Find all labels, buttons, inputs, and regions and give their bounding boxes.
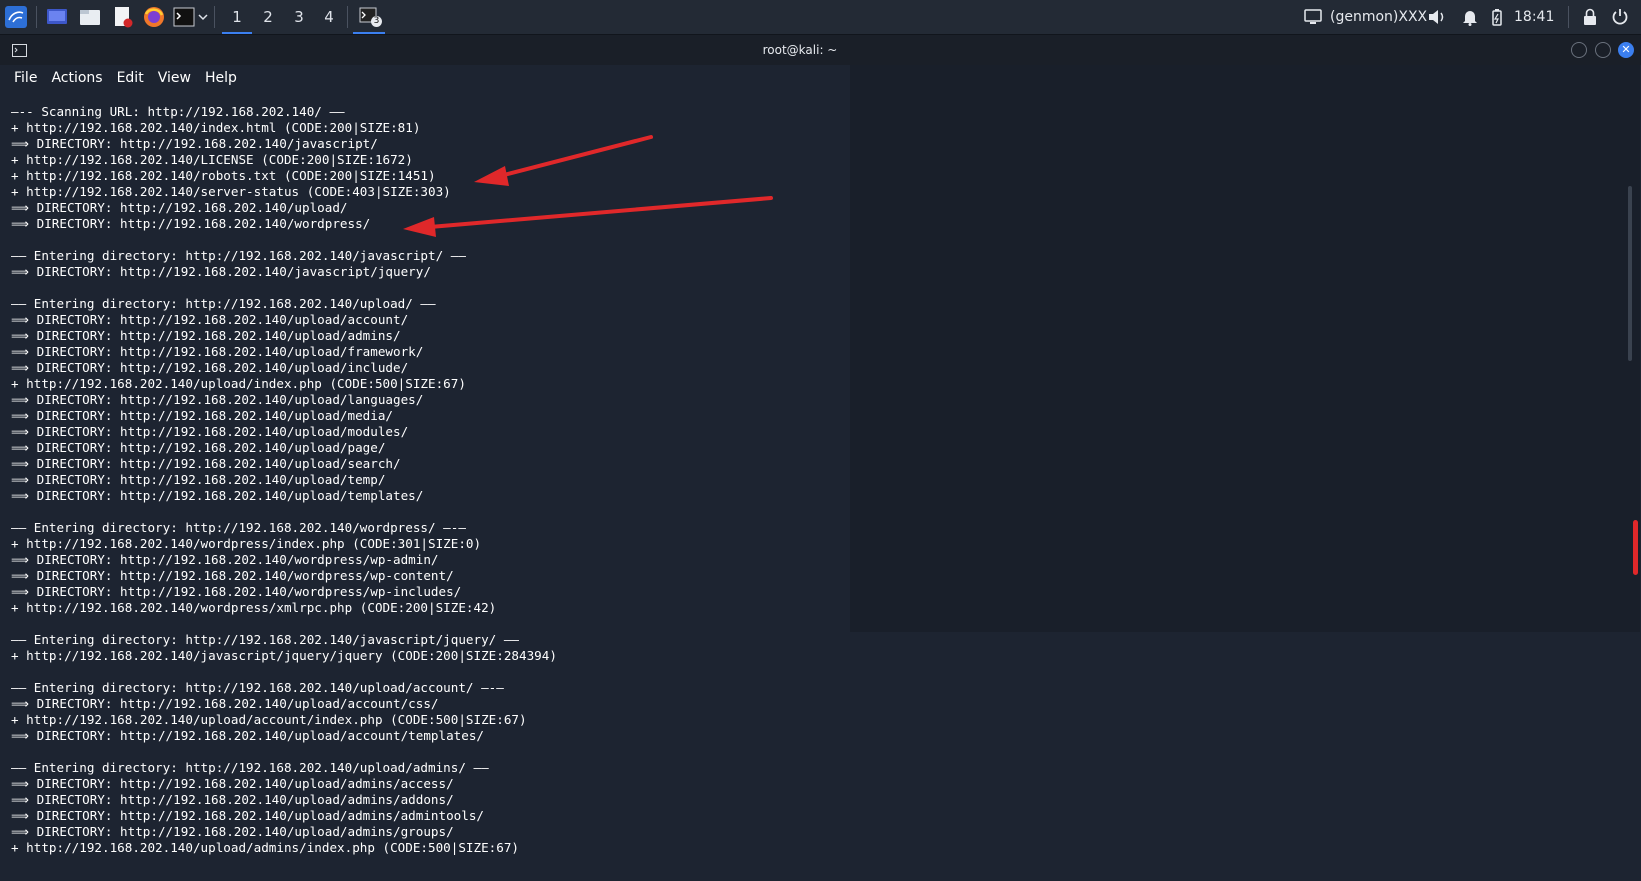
workspace-1[interactable]: 1 [222, 0, 252, 34]
terminal-line: ⟹ DIRECTORY: http://192.168.202.140/uplo… [11, 328, 401, 343]
terminal-line: ⟹ DIRECTORY: http://192.168.202.140/uplo… [11, 392, 424, 407]
window-title: root@kali: ~ [762, 43, 838, 57]
terminal-line: + http://192.168.202.140/upload/account/… [11, 712, 527, 727]
terminal-line: —— Entering directory: http://192.168.20… [11, 760, 489, 775]
terminal-line: ⟹ DIRECTORY: http://192.168.202.140/uplo… [11, 728, 484, 743]
terminal-scrollbar-thumb[interactable] [1633, 520, 1638, 575]
terminal-line: ⟹ DIRECTORY: http://192.168.202.140/uplo… [11, 200, 348, 215]
battery-icon[interactable] [1490, 5, 1504, 29]
terminal-line: ⟹ DIRECTORY: http://192.168.202.140/uplo… [11, 696, 439, 711]
terminal-line: —— Entering directory: http://192.168.20… [11, 296, 436, 311]
terminal-line: + http://192.168.202.140/wordpress/index… [11, 536, 482, 551]
workspace-4[interactable]: 4 [314, 0, 344, 34]
terminal-line: + http://192.168.202.140/robots.txt (COD… [11, 168, 436, 183]
workspace-3[interactable]: 3 [284, 0, 314, 34]
terminal-line: ⟹ DIRECTORY: http://192.168.202.140/word… [11, 568, 454, 583]
file-manager-icon[interactable] [78, 5, 102, 29]
terminal-line: ⟹ DIRECTORY: http://192.168.202.140/uplo… [11, 792, 454, 807]
menu-view[interactable]: View [151, 66, 198, 90]
terminal-line: + http://192.168.202.140/wordpress/xmlrp… [11, 600, 497, 615]
menu-edit[interactable]: Edit [110, 66, 151, 90]
terminal-icon[interactable] [172, 5, 196, 29]
terminal-line: ⟹ DIRECTORY: http://192.168.202.140/uplo… [11, 456, 401, 471]
terminal-line: + http://192.168.202.140/LICENSE (CODE:2… [11, 152, 413, 167]
chevron-down-icon[interactable] [196, 5, 210, 29]
terminal-line: ⟹ DIRECTORY: http://192.168.202.140/uplo… [11, 344, 424, 359]
monitor-icon[interactable] [1301, 5, 1325, 29]
window-titlebar[interactable]: root@kali: ~ ✕ [0, 35, 1641, 65]
background-scrollbar [1628, 186, 1632, 361]
terminal-line: ⟹ DIRECTORY: http://192.168.202.140/uplo… [11, 312, 409, 327]
terminal-line: ⟹ DIRECTORY: http://192.168.202.140/uplo… [11, 808, 484, 823]
volume-icon[interactable] [1425, 5, 1449, 29]
terminal-line: ⟹ DIRECTORY: http://192.168.202.140/java… [11, 264, 431, 279]
close-button[interactable]: ✕ [1618, 42, 1634, 58]
terminal-line: + http://192.168.202.140/index.html (COD… [11, 120, 421, 135]
menu-file[interactable]: File [0, 66, 44, 90]
terminal-line: ⟹ DIRECTORY: http://192.168.202.140/java… [11, 136, 378, 151]
text-editor-icon[interactable] [111, 5, 135, 29]
terminal-line: —— Entering directory: http://192.168.20… [11, 520, 466, 535]
menu-help[interactable]: Help [198, 66, 244, 90]
terminal-line: ⟹ DIRECTORY: http://192.168.202.140/uplo… [11, 824, 454, 839]
menu-actions[interactable]: Actions [44, 66, 109, 90]
power-icon[interactable] [1608, 5, 1632, 29]
lock-icon[interactable] [1578, 5, 1602, 29]
maximize-button[interactable] [1595, 42, 1611, 58]
terminal-line: ⟹ DIRECTORY: http://192.168.202.140/uplo… [11, 488, 424, 503]
terminal-line: —— Entering directory: http://192.168.20… [11, 632, 519, 647]
terminal-line: + http://192.168.202.140/javascript/jque… [11, 648, 557, 663]
close-icon: ✕ [1621, 43, 1631, 56]
genmon-label: (genmon)XXX [1330, 9, 1428, 25]
terminal-output[interactable]: —-- Scanning URL: http://192.168.202.140… [0, 104, 1620, 864]
kali-menu-icon[interactable] [4, 5, 28, 29]
taskbar-terminal-button[interactable]: 3 [353, 0, 385, 34]
menu-bar: File Actions Edit View Help [0, 66, 1641, 90]
clock: 18:41 [1514, 9, 1555, 25]
terminal-line: ⟹ DIRECTORY: http://192.168.202.140/word… [11, 216, 371, 231]
terminal-line: ⟹ DIRECTORY: http://192.168.202.140/uplo… [11, 440, 386, 455]
terminal-line: ⟹ DIRECTORY: http://192.168.202.140/uplo… [11, 408, 393, 423]
terminal-line: ⟹ DIRECTORY: http://192.168.202.140/word… [11, 552, 439, 567]
top-panel: 1 2 3 4 3 (genmon)XXX 18:41 [0, 0, 1641, 40]
terminal-line: ⟹ DIRECTORY: http://192.168.202.140/uplo… [11, 424, 409, 439]
terminal-line: ⟹ DIRECTORY: http://192.168.202.140/word… [11, 584, 462, 599]
terminal-line: + http://192.168.202.140/server-status (… [11, 184, 451, 199]
notification-bell-icon[interactable] [1458, 5, 1482, 29]
minimize-button[interactable] [1571, 42, 1587, 58]
terminal-line: ⟹ DIRECTORY: http://192.168.202.140/uplo… [11, 360, 409, 375]
terminal-line: —-- Scanning URL: http://192.168.202.140… [11, 104, 345, 119]
terminal-line: + http://192.168.202.140/upload/admins/i… [11, 840, 519, 855]
workspace-2[interactable]: 2 [253, 0, 283, 34]
show-desktop-icon[interactable] [45, 5, 69, 29]
terminal-line: + http://192.168.202.140/upload/index.ph… [11, 376, 466, 391]
terminal-line: —— Entering directory: http://192.168.20… [11, 680, 504, 695]
firefox-icon[interactable] [142, 5, 166, 29]
terminal-line: ⟹ DIRECTORY: http://192.168.202.140/uplo… [11, 472, 386, 487]
window-count-badge: 3 [371, 16, 382, 27]
terminal-line: ⟹ DIRECTORY: http://192.168.202.140/uplo… [11, 776, 454, 791]
terminal-line: —— Entering directory: http://192.168.20… [11, 248, 466, 263]
